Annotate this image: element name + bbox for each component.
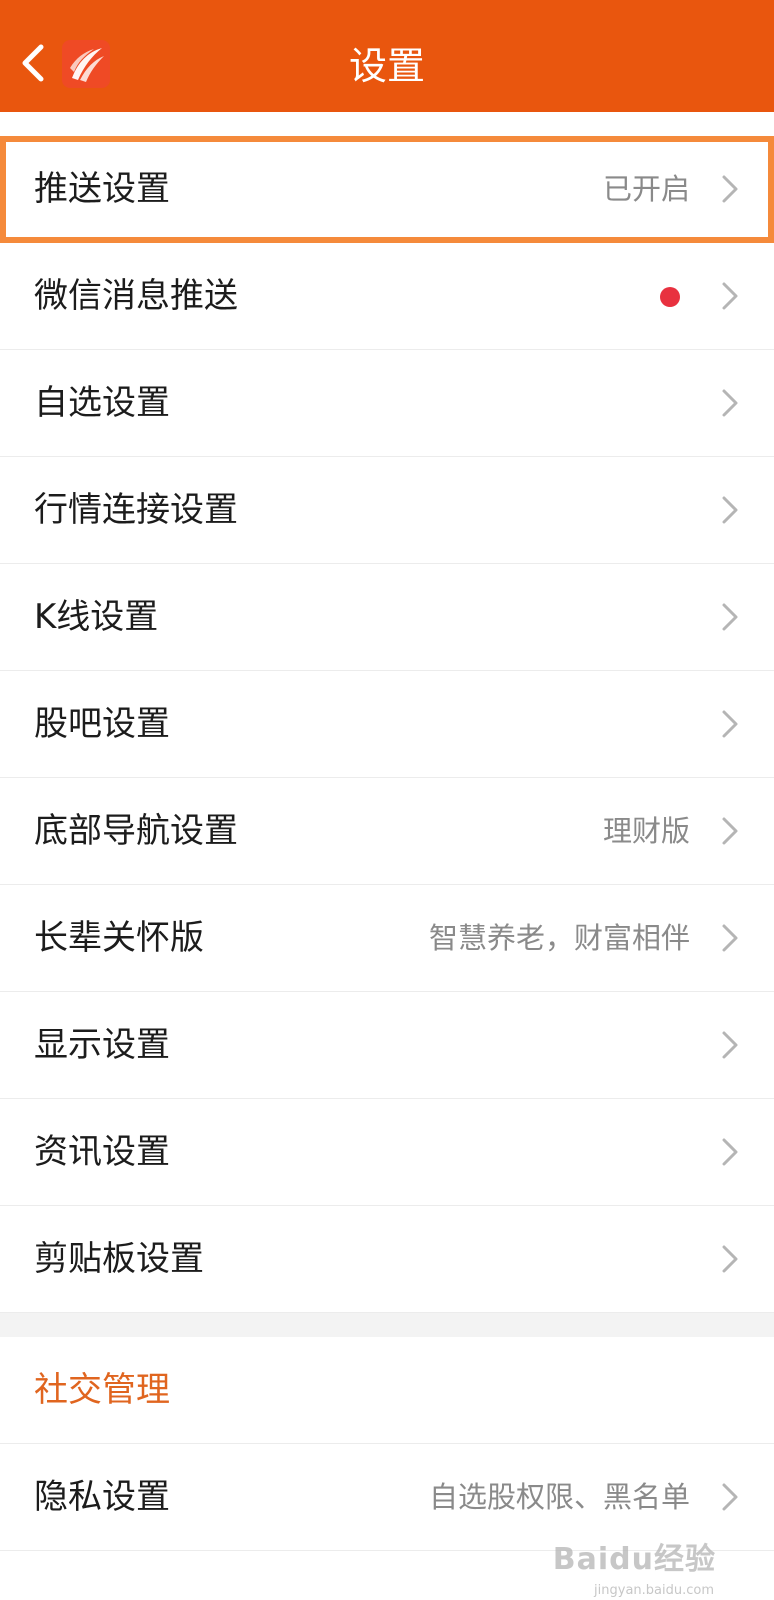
back-button[interactable] xyxy=(14,38,50,88)
row-label: 行情连接设置 xyxy=(34,490,238,530)
row-label: K线设置 xyxy=(34,597,159,637)
row-label: 资讯设置 xyxy=(34,1132,170,1172)
row-label: 剪贴板设置 xyxy=(34,1239,204,1279)
row-value: 已开启 xyxy=(602,172,690,206)
section-divider xyxy=(0,1313,774,1337)
chevron-right-icon xyxy=(720,709,740,739)
settings-row-11[interactable]: 剪贴板设置 xyxy=(0,1206,774,1313)
row-label: 微信消息推送 xyxy=(34,276,238,316)
row-label: 显示设置 xyxy=(34,1025,170,1065)
row-value: 理财版 xyxy=(602,814,690,848)
chevron-left-icon xyxy=(22,44,44,82)
row-label: 股吧设置 xyxy=(34,704,170,744)
chevron-right-icon xyxy=(720,1482,740,1512)
section-header-social: 社交管理 xyxy=(0,1337,774,1444)
settings-row-8[interactable]: 长辈关怀版 智慧养老，财富相伴 xyxy=(0,885,774,992)
chevron-right-icon xyxy=(720,174,740,204)
chevron-right-icon xyxy=(720,602,740,632)
settings-row-6[interactable]: 股吧设置 xyxy=(0,671,774,778)
chevron-right-icon xyxy=(720,1244,740,1274)
settings-row-9[interactable]: 显示设置 xyxy=(0,992,774,1099)
row-value: 智慧养老，财富相伴 xyxy=(428,921,690,955)
settings-row-3[interactable]: 自选设置 xyxy=(0,350,774,457)
settings-row-7[interactable]: 底部导航设置 理财版 xyxy=(0,778,774,885)
section-header-label: 社交管理 xyxy=(34,1370,170,1410)
settings-row-4[interactable]: 行情连接设置 xyxy=(0,457,774,564)
chevron-right-icon xyxy=(720,495,740,525)
row-label: 推送设置 xyxy=(34,169,170,209)
settings-row-1[interactable]: 推送设置 已开启 xyxy=(0,136,774,243)
settings-row-2[interactable]: 微信消息推送 xyxy=(0,243,774,350)
chevron-right-icon xyxy=(720,1030,740,1060)
row-label: 长辈关怀版 xyxy=(34,918,204,958)
chevron-right-icon xyxy=(720,816,740,846)
settings-row-10[interactable]: 资讯设置 xyxy=(0,1099,774,1206)
settings-row-5[interactable]: K线设置 xyxy=(0,564,774,671)
row-label: 隐私设置 xyxy=(34,1477,170,1517)
row-label: 底部导航设置 xyxy=(34,811,238,851)
chevron-right-icon xyxy=(720,923,740,953)
chevron-right-icon xyxy=(720,388,740,418)
top-bar: 设置 xyxy=(0,0,774,112)
watermark: Baidu经验 xyxy=(552,1542,716,1577)
chevron-right-icon xyxy=(720,281,740,311)
page-title: 设置 xyxy=(348,44,425,88)
app-logo-icon xyxy=(62,40,110,88)
red-dot-badge xyxy=(660,287,680,307)
row-label: 自选设置 xyxy=(34,383,170,423)
settings-list: 推送设置 已开启微信消息推送 自选设置行情连接设置 K线设置股吧设置底部导航设置 理财版… xyxy=(0,136,774,1551)
watermark-url: jingyan.baidu.com xyxy=(594,1583,714,1598)
chevron-right-icon xyxy=(720,1137,740,1167)
